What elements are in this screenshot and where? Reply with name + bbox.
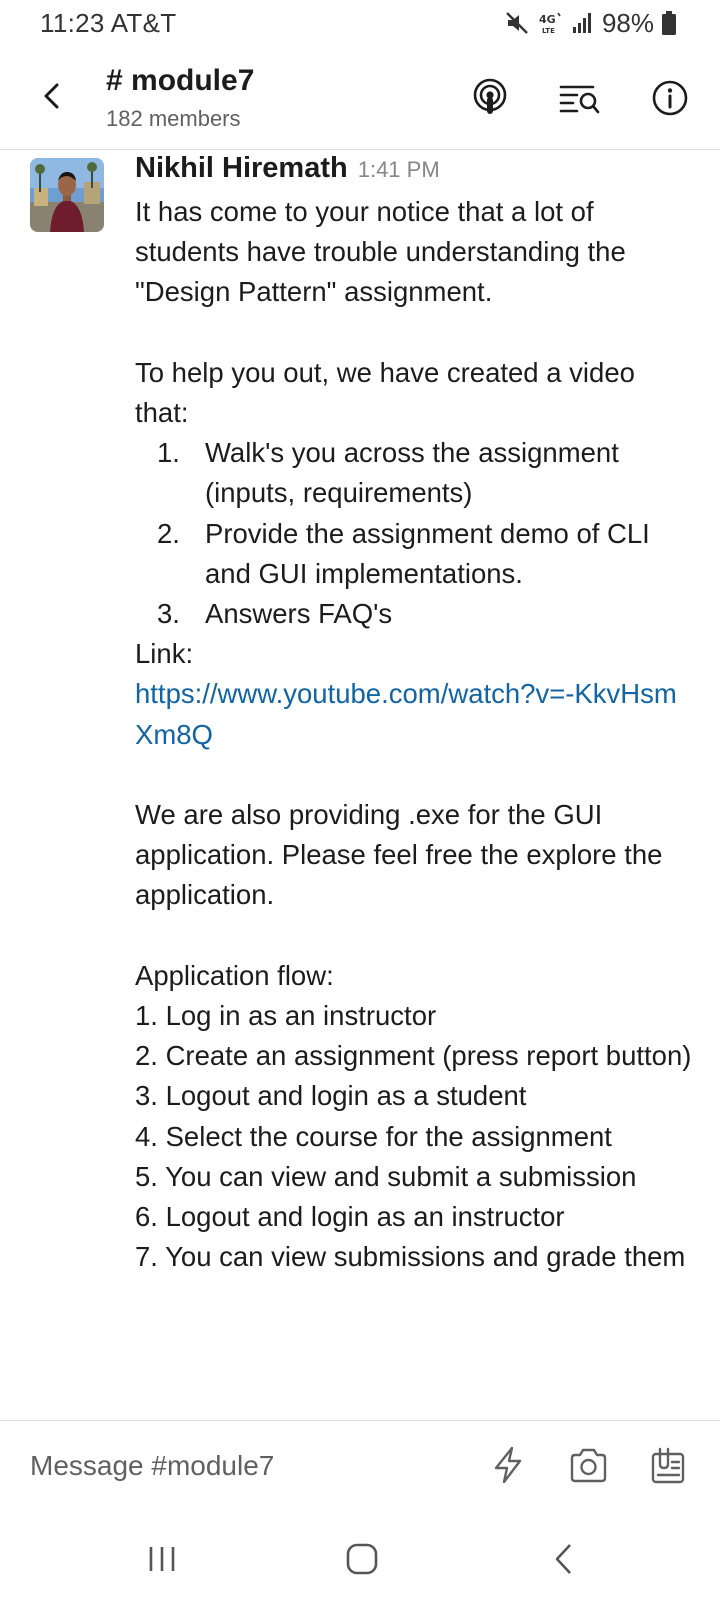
message-timestamp: 1:41 PM xyxy=(357,157,440,182)
status-time: 11:23 AT&T xyxy=(40,8,177,38)
system-nav-bar xyxy=(0,1520,720,1600)
status-bar: 11:23 AT&T 4G LTE 98% xyxy=(0,0,720,46)
message-header: Nikhil Hiremath 1:41 PM xyxy=(135,152,440,192)
flow-step: 5. You can view and submit a submission xyxy=(135,1160,637,1192)
list-item: 2. Provide the assignment demo of CLI an… xyxy=(135,514,695,594)
list-number: 1. xyxy=(157,437,180,469)
list-number: 3. xyxy=(157,598,180,630)
list-item: 3. Answers FAQ's xyxy=(135,594,695,634)
battery-icon xyxy=(662,11,676,35)
member-count[interactable]: 182 members xyxy=(106,106,241,132)
svg-text:LTE: LTE xyxy=(542,27,555,35)
message-intro: It has come to your notice that a lot of… xyxy=(135,196,626,308)
huddle-icon[interactable] xyxy=(466,74,514,122)
video-points-list: 1. Walk's you across the assignment (inp… xyxy=(135,433,695,634)
link-label: Link: xyxy=(135,638,194,670)
back-arrow-icon[interactable] xyxy=(30,74,74,118)
recents-icon[interactable] xyxy=(132,1534,192,1584)
flow-step: 3. Logout and login as a student xyxy=(135,1080,527,1112)
channel-name[interactable]: # module7 xyxy=(106,64,254,98)
channel-header: # module7 182 members xyxy=(0,50,720,150)
list-text: Provide the assignment demo of CLI and G… xyxy=(205,517,650,589)
lte-icon: 4G LTE xyxy=(538,10,564,36)
flow-step: 4. Select the course for the assignment xyxy=(135,1120,612,1152)
list-item: 1. Walk's you across the assignment (inp… xyxy=(135,433,695,513)
list-text: Walk's you across the assignment (inputs… xyxy=(205,437,619,509)
shortcut-bolt-icon[interactable] xyxy=(484,1441,532,1489)
avatar[interactable] xyxy=(30,158,104,232)
list-number: 2. xyxy=(157,517,180,549)
search-messages-icon[interactable] xyxy=(556,74,604,122)
video-link[interactable]: https://www.youtube.com/watch?v=-KkvHsmX… xyxy=(135,674,695,754)
flow-step: 1. Log in as an instructor xyxy=(135,1000,437,1032)
camera-icon[interactable] xyxy=(564,1441,612,1489)
message-help-text: To help you out, we have created a video… xyxy=(135,356,635,428)
status-icons: 4G LTE 98% xyxy=(504,8,676,38)
attachment-icon[interactable] xyxy=(644,1441,692,1489)
sender-name[interactable]: Nikhil Hiremath xyxy=(135,152,348,185)
back-icon[interactable] xyxy=(534,1534,594,1584)
message: Nikhil Hiremath 1:41 PM It has come to y… xyxy=(0,152,720,1420)
flow-step: 2. Create an assignment (press report bu… xyxy=(135,1040,692,1072)
message-body: It has come to your notice that a lot of… xyxy=(135,192,695,1277)
info-icon[interactable] xyxy=(646,74,694,122)
flow-step: 7. You can view submissions and grade th… xyxy=(135,1241,686,1273)
message-composer xyxy=(0,1420,720,1510)
message-exe-text: We are also providing .exe for the GUI a… xyxy=(135,799,663,911)
message-input[interactable] xyxy=(30,1441,430,1491)
flow-step: 6. Logout and login as an instructor xyxy=(135,1201,565,1233)
battery-percent: 98% xyxy=(601,7,654,38)
list-text: Answers FAQ's xyxy=(205,598,393,630)
mute-icon xyxy=(504,10,530,36)
home-icon[interactable] xyxy=(332,1534,392,1584)
svg-text:4G: 4G xyxy=(539,13,556,26)
signal-icon xyxy=(572,12,594,34)
flow-title: Application flow: xyxy=(135,959,334,991)
